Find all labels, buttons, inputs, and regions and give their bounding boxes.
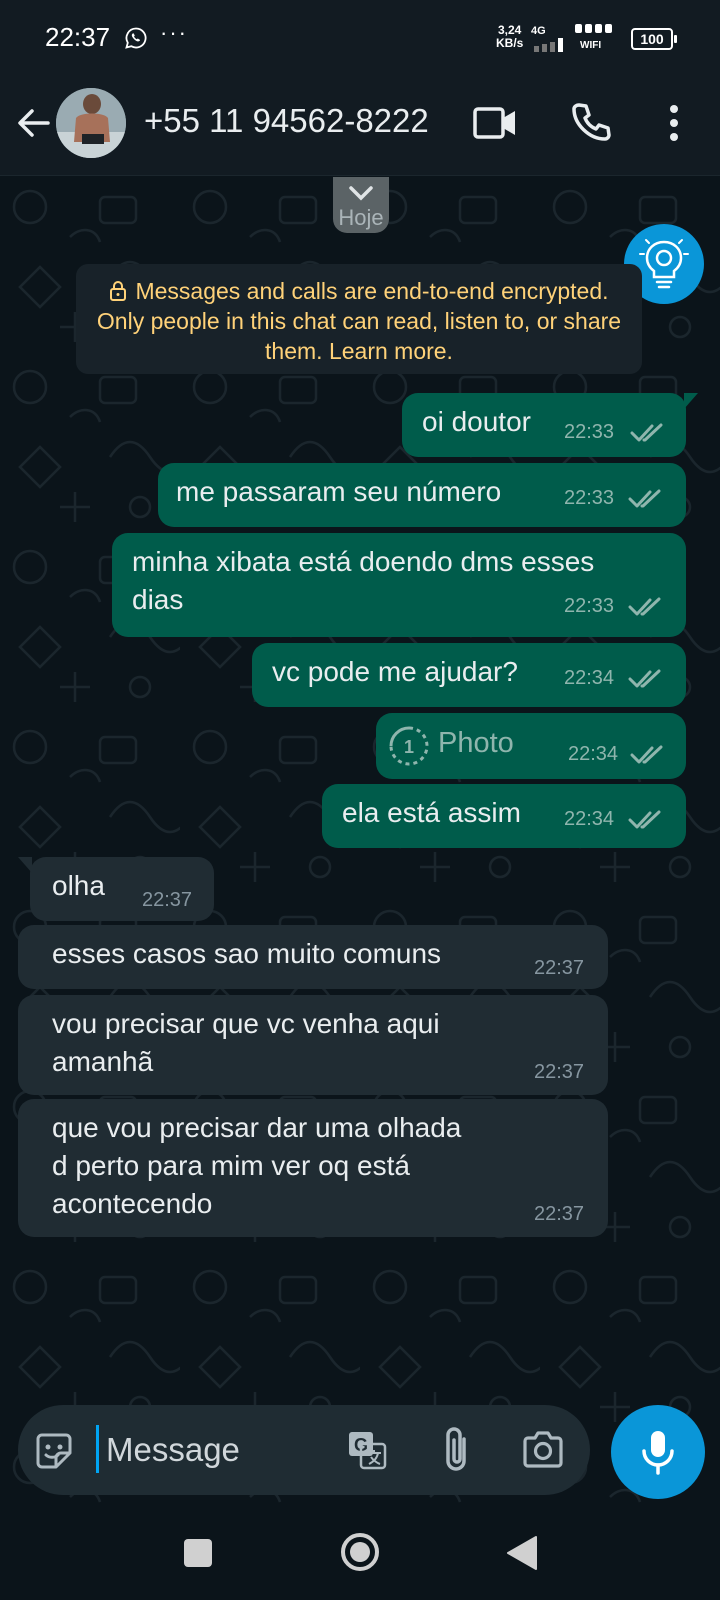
message-bubble-in[interactable]: esses casos sao muito comuns 22:37 (18, 925, 608, 989)
message-time: 22:37 (534, 1203, 585, 1225)
encryption-text: Messages and calls are end-to-end encryp… (96, 276, 622, 366)
message-text: oi doutor (422, 406, 531, 437)
chat-header: +55 11 94562-8222 (0, 68, 720, 176)
date-chip[interactable]: Hoje (333, 177, 389, 233)
message-text: que vou precisar dar uma olhada d perto … (52, 1112, 462, 1219)
chat-area[interactable]: Hoje Messages and calls are end-to-end e… (0, 177, 720, 1507)
signal-icon (534, 38, 563, 52)
wifi-icon (575, 24, 612, 33)
text-caret (96, 1425, 99, 1473)
whatsapp-icon (125, 27, 147, 49)
network-speed-unit: KB/s (496, 36, 524, 50)
message-time: 22:33 (564, 421, 615, 443)
read-ticks-icon (630, 423, 663, 442)
system-nav-bar (0, 1507, 720, 1600)
read-ticks-icon (628, 669, 661, 688)
message-text: ela está assim (342, 797, 521, 828)
attach-icon[interactable] (438, 1425, 474, 1475)
sticker-icon[interactable] (32, 1429, 76, 1473)
bubble-tail (18, 857, 32, 873)
home-icon[interactable] (340, 1532, 380, 1572)
message-bubble-in[interactable]: olha 22:37 (18, 857, 214, 921)
message-text: esses casos sao muito comuns (52, 938, 442, 969)
translate-icon[interactable]: G (346, 1429, 388, 1471)
message-time: 22:34 (564, 808, 615, 830)
bubble-tail (684, 393, 698, 409)
photo-message-bubble[interactable]: 1 Photo 22:34 (376, 713, 686, 779)
mic-icon (642, 1431, 674, 1475)
avatar[interactable] (56, 88, 126, 158)
message-bubble-out[interactable]: vc pode me ajudar? 22:34 (252, 643, 686, 707)
message-bubble-in[interactable]: vou precisar que vc venha aqui amanhã 22… (18, 995, 608, 1095)
contact-name[interactable]: +55 11 94562-8222 (144, 102, 429, 140)
lock-icon (110, 281, 127, 301)
more-vert-icon[interactable] (660, 103, 688, 143)
message-time: 22:37 (534, 1061, 585, 1083)
message-time: 22:37 (534, 957, 585, 979)
message-bubble-out[interactable]: minha xibata está doendo dms esses dias … (112, 533, 686, 637)
battery-icon: 100 (631, 28, 677, 50)
status-time: 22:37 (45, 22, 111, 52)
mic-button[interactable] (611, 1405, 705, 1499)
network-speed: 3,24 KB/s (496, 24, 523, 50)
nav-back-icon[interactable] (506, 1535, 538, 1571)
message-time: 22:34 (568, 743, 619, 765)
wifi-label: WIFI (580, 40, 602, 51)
message-input[interactable] (106, 1423, 346, 1477)
message-text: vc pode me ajudar? (272, 656, 518, 687)
message-bubble-in[interactable]: que vou precisar dar uma olhada d perto … (18, 1099, 608, 1237)
video-call-icon[interactable] (472, 103, 518, 143)
recent-apps-icon[interactable] (184, 1539, 212, 1567)
read-ticks-icon (628, 810, 661, 829)
message-bubble-out[interactable]: ela está assim 22:34 (322, 784, 686, 848)
read-ticks-icon (630, 745, 663, 764)
message-time: 22:37 (142, 889, 193, 911)
message-bubble-out[interactable]: oi doutor 22:33 (402, 393, 698, 457)
back-arrow-icon[interactable] (12, 102, 54, 144)
notification-more-icon: ··· (160, 20, 188, 45)
status-bar: 22:37 ··· 3,24 KB/s 4G WIFI 100 (0, 0, 720, 68)
avatar-image (56, 88, 126, 158)
message-text: minha xibata está doendo dms esses dias (132, 546, 595, 615)
message-bubble-out[interactable]: me passaram seu número 22:33 (158, 463, 686, 527)
view-once-count: 1 (404, 737, 414, 757)
encryption-notice[interactable]: Messages and calls are end-to-end encryp… (76, 264, 642, 374)
message-time: 22:33 (564, 487, 615, 509)
battery-level: 100 (640, 31, 664, 47)
phone-icon[interactable] (570, 101, 612, 143)
message-text: me passaram seu número (176, 476, 502, 507)
camera-icon[interactable] (520, 1427, 566, 1473)
network-type: 4G (531, 25, 546, 37)
photo-label: Photo (438, 727, 514, 759)
encryption-notice-text: Messages and calls are end-to-end encryp… (96, 278, 622, 364)
message-composer: G (18, 1405, 590, 1495)
message-text: olha (52, 870, 105, 901)
chevron-down-icon (349, 186, 373, 201)
message-text: vou precisar que vc venha aqui amanhã (52, 1008, 440, 1077)
read-ticks-icon (628, 489, 661, 508)
read-ticks-icon (628, 597, 661, 616)
message-time: 22:33 (564, 595, 615, 617)
date-label: Hoje (338, 205, 384, 230)
message-time: 22:34 (564, 667, 615, 689)
view-once-icon: 1 (389, 726, 429, 766)
